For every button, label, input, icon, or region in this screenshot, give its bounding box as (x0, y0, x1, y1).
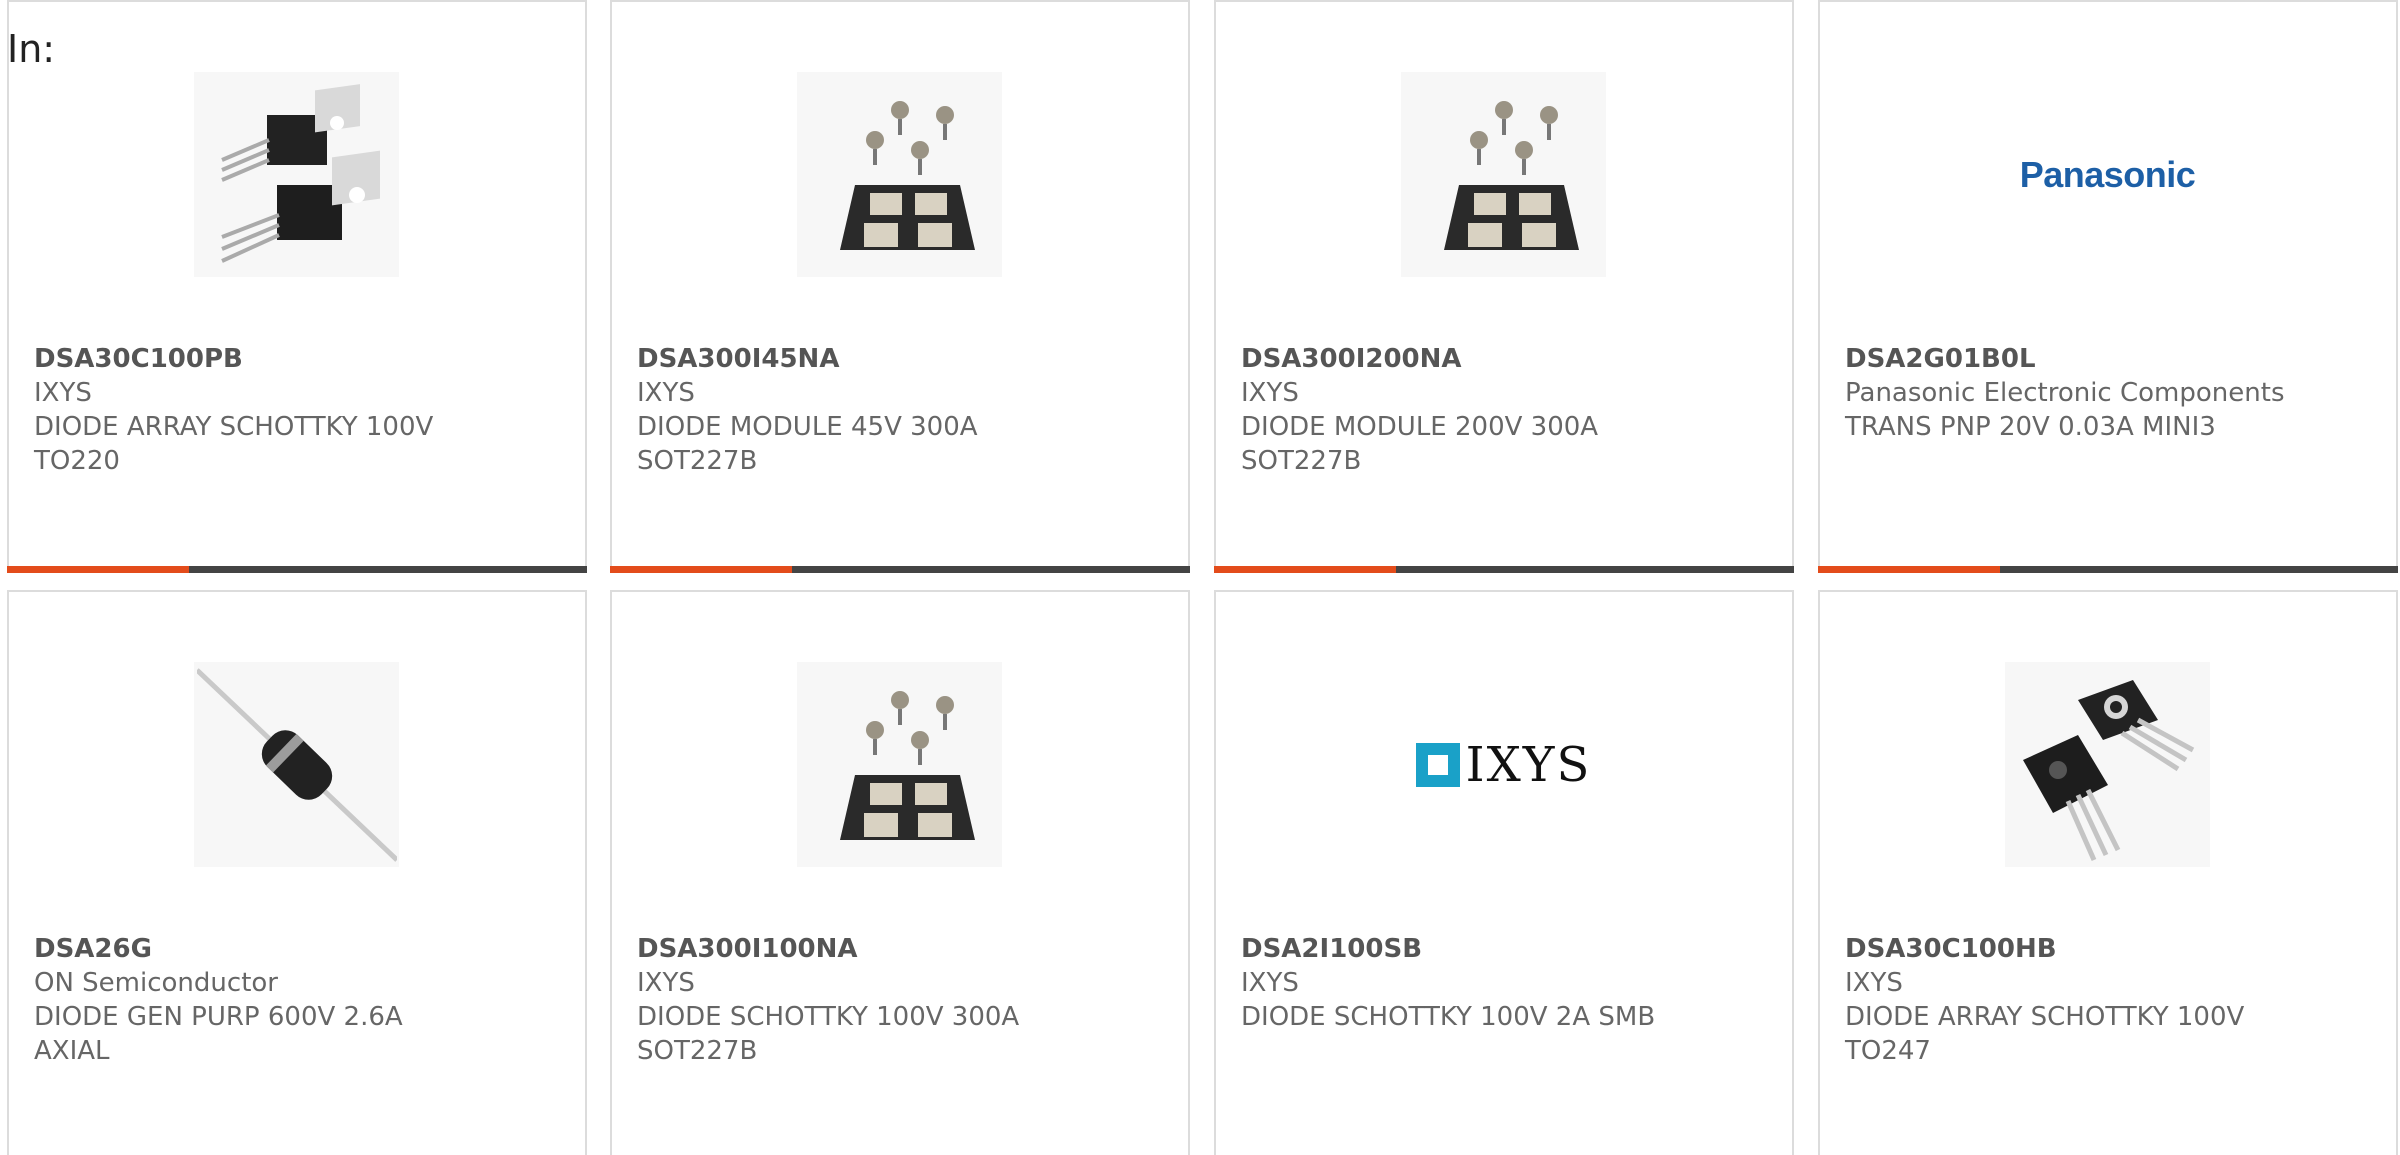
panasonic-logo-text: Panasonic (2019, 153, 2196, 195)
product-card[interactable]: DSA300I200NA IXYS DIODE MODULE 200V 300A… (1214, 0, 1794, 573)
ixys-logo: IXYS (1401, 662, 1606, 867)
card-accent (1818, 566, 2000, 573)
product-card[interactable]: DSA26G ON Semiconductor DIODE GEN PURP 6… (7, 590, 587, 1155)
part-number[interactable]: DSA2G01B0L (1845, 342, 2386, 376)
sot227b-module-icon (797, 662, 1002, 867)
product-card[interactable]: IXYS DSA2I100SB IXYS DIODE SCHOTTKY 100V… (1214, 590, 1794, 1155)
description-line2: SOT227B (1241, 446, 1362, 476)
part-number[interactable]: DSA300I100NA (637, 932, 1178, 966)
product-info: DSA2G01B0L Panasonic Electronic Componen… (1845, 342, 2386, 444)
description-line2: SOT227B (637, 446, 758, 476)
part-number[interactable]: DSA30C100PB (34, 342, 575, 376)
product-card[interactable]: DSA30C100HB IXYS DIODE ARRAY SCHOTTKY 10… (1818, 590, 2398, 1155)
card-accent (1214, 566, 1396, 573)
card-bottom-bar (610, 566, 1190, 573)
sot227b-module-icon (797, 72, 1002, 277)
part-number[interactable]: DSA300I200NA (1241, 342, 1782, 376)
product-info: DSA300I45NA IXYS DIODE MODULE 45V 300A S… (637, 342, 1178, 478)
manufacturer: ON Semiconductor (34, 968, 278, 998)
card-accent (7, 566, 189, 573)
product-card[interactable]: DSA30C100PB IXYS DIODE ARRAY SCHOTTKY 10… (7, 0, 587, 573)
card-bottom-bar (7, 566, 587, 573)
manufacturer: Panasonic Electronic Components (1845, 378, 2285, 408)
ixys-square-icon (1415, 742, 1460, 787)
product-grid-page: In: DSA30C100PB IXYS DIODE ARRAY SCHOTTK… (0, 0, 2400, 1155)
product-info: DSA2I100SB IXYS DIODE SCHOTTKY 100V 2A S… (1241, 932, 1782, 1034)
description-line1: DIODE ARRAY SCHOTTKY 100V (1845, 1002, 2245, 1032)
product-info: DSA26G ON Semiconductor DIODE GEN PURP 6… (34, 932, 575, 1068)
card-accent (610, 566, 792, 573)
description-line2: TO220 (34, 446, 120, 476)
description-line2: SOT227B (637, 1036, 758, 1066)
panasonic-logo: Panasonic (2005, 72, 2210, 277)
product-info: DSA30C100HB IXYS DIODE ARRAY SCHOTTKY 10… (1845, 932, 2386, 1068)
part-number[interactable]: DSA30C100HB (1845, 932, 2386, 966)
manufacturer: IXYS (637, 378, 695, 408)
ixys-logo-mark: IXYS (1415, 736, 1592, 793)
description-line2: TO247 (1845, 1036, 1931, 1066)
description-line1: DIODE GEN PURP 600V 2.6A (34, 1002, 403, 1032)
product-card[interactable]: DSA300I45NA IXYS DIODE MODULE 45V 300A S… (610, 0, 1190, 573)
description-line1: DIODE MODULE 45V 300A (637, 412, 978, 442)
product-grid: DSA30C100PB IXYS DIODE ARRAY SCHOTTKY 10… (7, 0, 2400, 1155)
manufacturer: IXYS (1241, 968, 1299, 998)
sot227b-module-icon (1401, 72, 1606, 277)
description-line1: TRANS PNP 20V 0.03A MINI3 (1845, 412, 2216, 442)
manufacturer: IXYS (34, 378, 92, 408)
part-number[interactable]: DSA300I45NA (637, 342, 1178, 376)
manufacturer: IXYS (1845, 968, 1903, 998)
product-card[interactable]: Panasonic DSA2G01B0L Panasonic Electroni… (1818, 0, 2398, 573)
description-line1: DIODE MODULE 200V 300A (1241, 412, 1599, 442)
to220-package-icon (194, 72, 399, 277)
manufacturer: IXYS (637, 968, 695, 998)
product-info: DSA300I100NA IXYS DIODE SCHOTTKY 100V 30… (637, 932, 1178, 1068)
description-line2: AXIAL (34, 1036, 110, 1066)
description-line1: DIODE SCHOTTKY 100V 300A (637, 1002, 1020, 1032)
product-card[interactable]: DSA300I100NA IXYS DIODE SCHOTTKY 100V 30… (610, 590, 1190, 1155)
ixys-logo-text: IXYS (1465, 736, 1592, 793)
product-info: DSA300I200NA IXYS DIODE MODULE 200V 300A… (1241, 342, 1782, 478)
axial-diode-icon (194, 662, 399, 867)
description-line1: DIODE ARRAY SCHOTTKY 100V (34, 412, 434, 442)
product-info: DSA30C100PB IXYS DIODE ARRAY SCHOTTKY 10… (34, 342, 575, 478)
part-number[interactable]: DSA26G (34, 932, 575, 966)
card-bottom-bar (1214, 566, 1794, 573)
description-line1: DIODE SCHOTTKY 100V 2A SMB (1241, 1002, 1656, 1032)
part-number[interactable]: DSA2I100SB (1241, 932, 1782, 966)
in-label: In: (7, 27, 56, 71)
card-bottom-bar (1818, 566, 2398, 573)
to247-package-icon (2005, 662, 2210, 867)
manufacturer: IXYS (1241, 378, 1299, 408)
